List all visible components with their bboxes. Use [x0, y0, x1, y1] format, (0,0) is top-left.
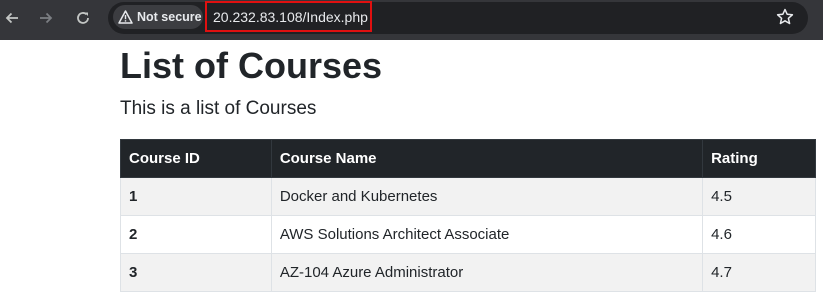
course-name-cell: AZ-104 Azure Administrator: [270, 253, 704, 292]
forward-button[interactable]: [35, 7, 57, 29]
rating-cell: 4.6: [702, 215, 816, 254]
courses-table: Course ID Course Name Rating 1 Docker an…: [120, 139, 816, 292]
rating-cell: 4.5: [702, 177, 816, 216]
table-row: 2 AWS Solutions Architect Associate 4.6: [120, 215, 816, 254]
rating-cell: 4.7: [702, 253, 816, 292]
forward-icon: [40, 12, 53, 24]
url-text[interactable]: 20.232.83.108/Index.php: [213, 9, 368, 25]
reload-button[interactable]: [72, 7, 94, 29]
reload-icon: [77, 12, 89, 24]
security-label: Not secure: [137, 10, 202, 24]
course-id-cell: 1: [120, 177, 272, 216]
course-name-cell: AWS Solutions Architect Associate: [270, 215, 704, 254]
warning-icon: [118, 10, 133, 24]
course-id-cell: 2: [120, 215, 272, 254]
course-id-cell: 3: [120, 253, 272, 292]
table-row: 3 AZ-104 Azure Administrator 4.7: [120, 253, 816, 292]
table-row: 1 Docker and Kubernetes 4.5: [120, 177, 816, 216]
column-header-course-id: Course ID: [120, 139, 272, 178]
page-lead: This is a list of Courses: [120, 98, 317, 119]
back-button[interactable]: [1, 7, 23, 29]
column-header-rating: Rating: [702, 139, 816, 178]
back-icon: [5, 12, 18, 24]
url-highlight[interactable]: 20.232.83.108/Index.php: [205, 1, 372, 32]
column-header-course-name: Course Name: [270, 139, 704, 178]
course-name-cell: Docker and Kubernetes: [270, 177, 704, 216]
page-title: List of Courses: [120, 45, 383, 86]
table-header-row: Course ID Course Name Rating: [120, 139, 816, 178]
security-chip[interactable]: Not secure: [113, 5, 203, 29]
bookmark-star-icon[interactable]: [776, 8, 794, 26]
browser-toolbar: Not secure 20.232.83.108/Index.php: [0, 0, 823, 40]
